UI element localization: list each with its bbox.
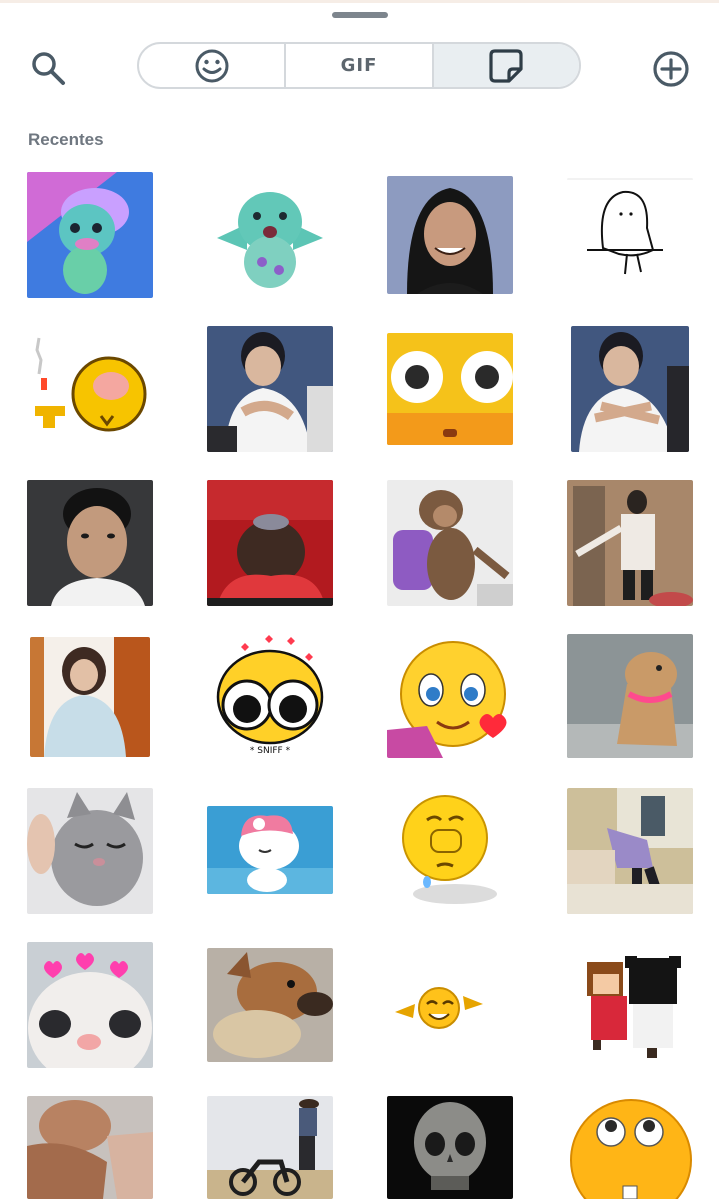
sticker-19[interactable] <box>387 790 513 912</box>
top-strip <box>0 0 719 3</box>
sticker-11[interactable] <box>387 480 513 606</box>
turquoise-troll-arms-sticker <box>207 180 333 290</box>
doodle-ghost-sticker <box>567 178 693 292</box>
sticker-7[interactable] <box>387 333 513 445</box>
tab-stickers[interactable] <box>431 44 579 87</box>
man-bending-sticker <box>567 788 693 914</box>
add-sticker-button[interactable] <box>650 48 692 90</box>
man-hands-sticker <box>27 1096 153 1199</box>
turquoise-troll-sticker <box>27 172 153 298</box>
sticker-26[interactable] <box>207 1096 333 1199</box>
search-icon <box>32 52 65 85</box>
sticker-1[interactable] <box>27 172 153 298</box>
sticker-icon <box>489 48 523 83</box>
sticker-6[interactable] <box>207 326 333 452</box>
smiley-icon <box>195 49 229 82</box>
sticker-13[interactable] <box>30 637 150 757</box>
sticker-15[interactable] <box>387 634 513 758</box>
svg-text:* SNIFF *: * SNIFF * <box>250 746 291 756</box>
sticker-8[interactable] <box>571 326 689 452</box>
skull-sticker <box>387 1096 513 1199</box>
sticker-24[interactable] <box>567 942 693 1068</box>
boy-selfie-sticker <box>27 480 153 606</box>
sticker-12[interactable] <box>567 480 693 606</box>
pixel-emoji-smoking-sticker <box>27 334 153 434</box>
praying-emoji-sticker <box>387 790 513 912</box>
sticker-4[interactable] <box>567 178 693 292</box>
cat-hearts-sticker <box>27 942 153 1068</box>
pixel-couple-sticker <box>567 942 693 1068</box>
pink-bunny-sticker <box>207 806 333 894</box>
gif-label: GIF <box>340 55 378 76</box>
girl-white-sweater-sticker <box>30 637 150 757</box>
monkey-backpack-sticker <box>387 480 513 606</box>
woman-smiling-sticker <box>387 176 513 294</box>
sticker-27[interactable] <box>387 1096 513 1199</box>
sticker-21[interactable] <box>27 942 153 1068</box>
man-motorcycle-sticker <box>207 1096 333 1199</box>
tab-emoji[interactable] <box>139 44 284 87</box>
sticker-23[interactable] <box>387 946 513 1066</box>
sticker-18[interactable] <box>207 806 333 894</box>
sticker-20[interactable] <box>567 788 693 914</box>
search-button[interactable] <box>28 48 68 88</box>
sticker-25[interactable] <box>27 1096 153 1199</box>
section-title-recentes: Recentes <box>28 130 104 149</box>
boy-hugging-sticker <box>207 326 333 452</box>
sticker-17[interactable] <box>27 788 153 914</box>
boy-crossed-arms-sticker <box>571 326 689 452</box>
sticker-28[interactable] <box>567 1096 693 1199</box>
crying-emoji-sniff-sticker: * SNIFF * <box>207 631 333 757</box>
add-icon <box>653 51 689 87</box>
sticker-16[interactable] <box>567 634 693 758</box>
sticker-22[interactable] <box>207 948 333 1062</box>
sticker-10[interactable] <box>207 480 333 606</box>
cat-smug-sticker <box>27 788 153 914</box>
sticker-14[interactable]: * SNIFF * <box>207 631 333 757</box>
girl-face-down-sticker <box>207 480 333 606</box>
man-pointing-sticker <box>567 480 693 606</box>
sticker-tab-bar: GIF <box>137 42 581 89</box>
sticker-2[interactable] <box>207 180 333 290</box>
sticker-5[interactable] <box>27 334 153 434</box>
tab-gif[interactable]: GIF <box>284 44 431 87</box>
blushing-emoji-closeup-sticker <box>387 333 513 445</box>
drag-handle[interactable] <box>332 12 388 18</box>
dog-pink-collar-sticker <box>567 634 693 758</box>
emoji-pointing-sticker <box>387 946 513 1066</box>
sticker-3[interactable] <box>387 176 513 294</box>
rolling-eyes-emoji-sticker <box>567 1096 693 1199</box>
sticker-9[interactable] <box>27 480 153 606</box>
dog-hugging-sticker <box>207 948 333 1062</box>
flirty-emoji-laptop-sticker <box>387 634 513 758</box>
